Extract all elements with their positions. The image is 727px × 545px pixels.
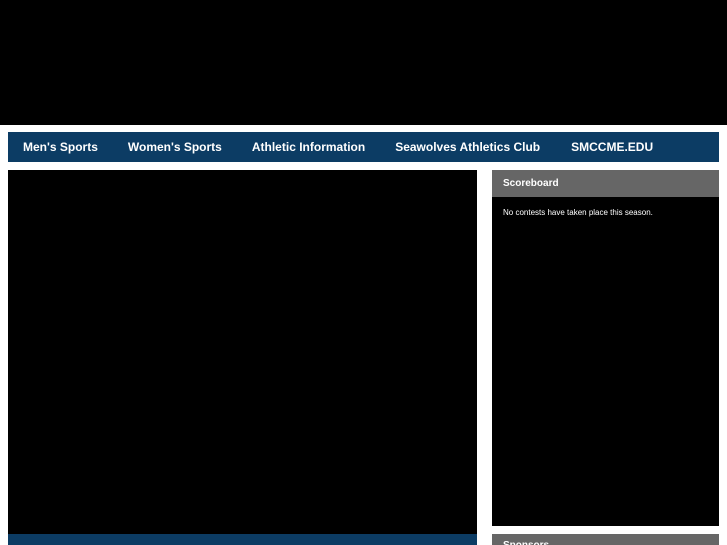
nav-seawolves-athletics-club[interactable]: Seawolves Athletics Club <box>395 132 540 162</box>
scoreboard-message: No contests have taken place this season… <box>503 208 653 217</box>
nav-womens-sports[interactable]: Women's Sports <box>128 132 222 162</box>
sponsors-title: Sponsors <box>492 534 719 545</box>
page: Men's Sports Women's Sports Athletic Inf… <box>0 0 727 545</box>
nav-smccme-edu[interactable]: SMCCME.EDU <box>571 132 653 162</box>
sponsors-panel: Sponsors <box>492 534 719 545</box>
nav-athletic-information[interactable]: Athletic Information <box>252 132 365 162</box>
nav-mens-sports[interactable]: Men's Sports <box>23 132 98 162</box>
scoreboard-panel: Scoreboard No contests have taken place … <box>492 170 719 526</box>
header-banner <box>0 0 727 125</box>
main-nav: Men's Sports Women's Sports Athletic Inf… <box>8 132 719 162</box>
scoreboard-title: Scoreboard <box>492 170 719 197</box>
featured-media <box>8 170 477 545</box>
featured-caption-bar <box>8 534 477 545</box>
